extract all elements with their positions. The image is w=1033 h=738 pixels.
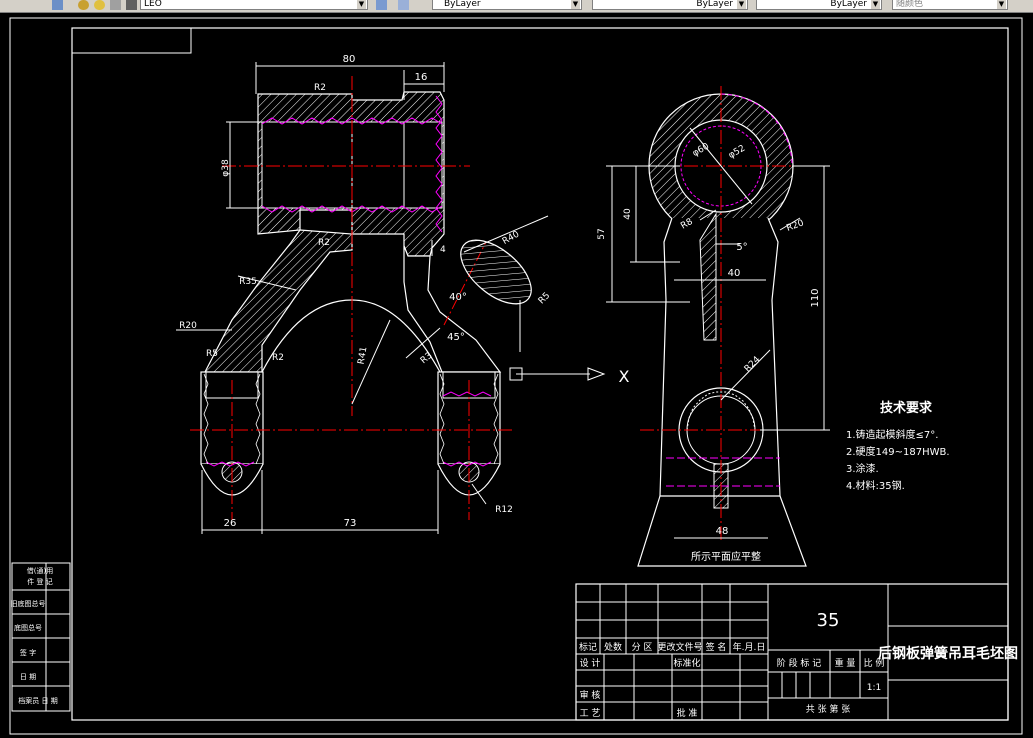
dim-110: 110 (810, 288, 821, 307)
sun-icon[interactable] (110, 0, 121, 10)
plotstyle-value: 随颜色 (896, 0, 924, 9)
chevron-down-icon[interactable]: ▼ (737, 0, 746, 9)
side-view: 57 40 φ60 φ52 R8 5° R20 40 110 R24 48 所示… (597, 86, 830, 567)
color-value: ByLayer (444, 0, 481, 9)
lineweight-dropdown[interactable]: ByLayer ▼ (756, 0, 882, 10)
layer-dropdown[interactable]: LEO ▼ (140, 0, 368, 10)
make-current-icon[interactable] (376, 0, 387, 10)
linetype-value: ByLayer (696, 0, 733, 9)
tech-req-item: 4.材料:35钢. (846, 479, 905, 492)
rev-header: 标记 (579, 641, 597, 653)
dim-d38: φ38 (221, 159, 231, 177)
lock-icon[interactable] (126, 0, 137, 10)
dim-40-horizontal: 40 (728, 268, 741, 279)
dim-r12: R12 (495, 505, 513, 515)
scale-value: 1:1 (867, 683, 881, 693)
chevron-down-icon[interactable]: ▼ (871, 0, 880, 9)
front-view: 80 16 R2 φ38 R2 4 R35 R20 R5 R2 R41 R3 4… (176, 54, 630, 534)
side-table-label: 件 登 记 (27, 577, 52, 586)
side-table-label: 借(通)用 (27, 566, 53, 575)
dim-80: 80 (343, 54, 356, 65)
linetype-dropdown[interactable]: ByLayer ▼ (592, 0, 748, 10)
row-standard: 标准化 (673, 657, 700, 669)
side-table-label: 旧底图总号 (11, 599, 46, 608)
dim-r5-left: R5 (206, 349, 218, 359)
row-design: 设 计 (580, 657, 601, 669)
dim-r2-top: R2 (314, 83, 326, 93)
dim-57: 57 (597, 228, 607, 239)
layer-value: LEO (144, 0, 162, 9)
row-process: 工 艺 (580, 708, 601, 719)
dim-r2-low: R2 (272, 353, 284, 363)
dim-26: 26 (224, 518, 237, 529)
dim-48: 48 (716, 526, 729, 537)
drawing-title: 后钢板弹簧吊耳毛坯图 (878, 645, 1018, 662)
layer-previous-icon[interactable] (398, 0, 409, 10)
side-table-label: 底图总号 (14, 623, 42, 632)
section-marker-x: X (619, 367, 630, 386)
row-check: 审 核 (580, 689, 601, 701)
layer-state-icon[interactable] (78, 0, 89, 10)
dim-4: 4 (440, 245, 446, 255)
chevron-down-icon[interactable]: ▼ (571, 0, 580, 9)
dim-r5-right: R5 (537, 291, 553, 307)
side-registration-table: 借(通)用 件 登 记 旧底图总号 底图总号 签 字 日 期 档案员 日 期 (11, 562, 71, 712)
side-table-label: 日 期 (20, 673, 36, 681)
side-table-label: 档案员 日 期 (18, 696, 57, 705)
rev-header: 分 区 (632, 642, 653, 653)
dim-40-vertical: 40 (623, 208, 633, 220)
dim-r35: R35 (239, 277, 257, 287)
rev-header: 处数 (604, 641, 622, 653)
chevron-down-icon[interactable]: ▼ (997, 0, 1006, 9)
dim-angle-40: 40° (449, 292, 467, 303)
row-approve: 批 准 (677, 707, 698, 719)
tech-req-item: 2.硬度149~187HWB. (846, 445, 950, 458)
dim-r20-right: R20 (785, 218, 805, 234)
tech-req-item: 3.涂漆. (846, 462, 879, 475)
dim-73: 73 (344, 518, 357, 529)
dim-angle-5: 5° (736, 242, 747, 253)
drawing-canvas[interactable]: 80 16 R2 φ38 R2 4 R35 R20 R5 R2 R41 R3 4… (0, 12, 1033, 738)
rev-header: 签 名 (706, 641, 727, 653)
dim-r2-mid: R2 (318, 238, 330, 248)
dim-angle-45: 45° (447, 332, 465, 343)
stage-label: 阶 段 标 记 (777, 657, 822, 669)
layer-manager-icon[interactable] (52, 0, 63, 10)
dim-16: 16 (415, 72, 428, 83)
dim-r40: R40 (501, 229, 522, 247)
color-dropdown[interactable]: ByLayer ▼ (432, 0, 582, 10)
side-table-label: 签 字 (20, 648, 36, 657)
flat-surface-note: 所示平面应平整 (691, 550, 761, 563)
sheets-label: 共 张 第 张 (806, 703, 851, 715)
tech-req-title: 技术要求 (880, 400, 933, 416)
weight-label: 重 量 (835, 657, 856, 669)
lineweight-value: ByLayer (830, 0, 867, 9)
title-block: 标记 处数 分 区 更改文件号 签 名 年.月.日 设 计 标准化 审 核 工 … (575, 583, 1018, 721)
lightbulb-icon[interactable] (94, 0, 105, 10)
chevron-down-icon[interactable]: ▼ (357, 0, 366, 9)
rev-header: 更改文件号 (657, 641, 702, 653)
dim-r20-left: R20 (179, 321, 197, 331)
technical-requirements: 技术要求 1.铸造起模斜度≤7°. 2.硬度149~187HWB. 3.涂漆. … (846, 400, 950, 492)
code-box (71, 27, 192, 54)
material-code: 35 (817, 610, 840, 631)
tech-req-item: 1.铸造起模斜度≤7°. (846, 428, 938, 441)
plotstyle-dropdown[interactable]: 随颜色 ▼ (892, 0, 1008, 10)
rev-header: 年.月.日 (733, 641, 766, 653)
sheet-outer-border (9, 17, 1023, 735)
dim-r41: R41 (357, 346, 370, 365)
dim-r3: R3 (419, 351, 435, 366)
